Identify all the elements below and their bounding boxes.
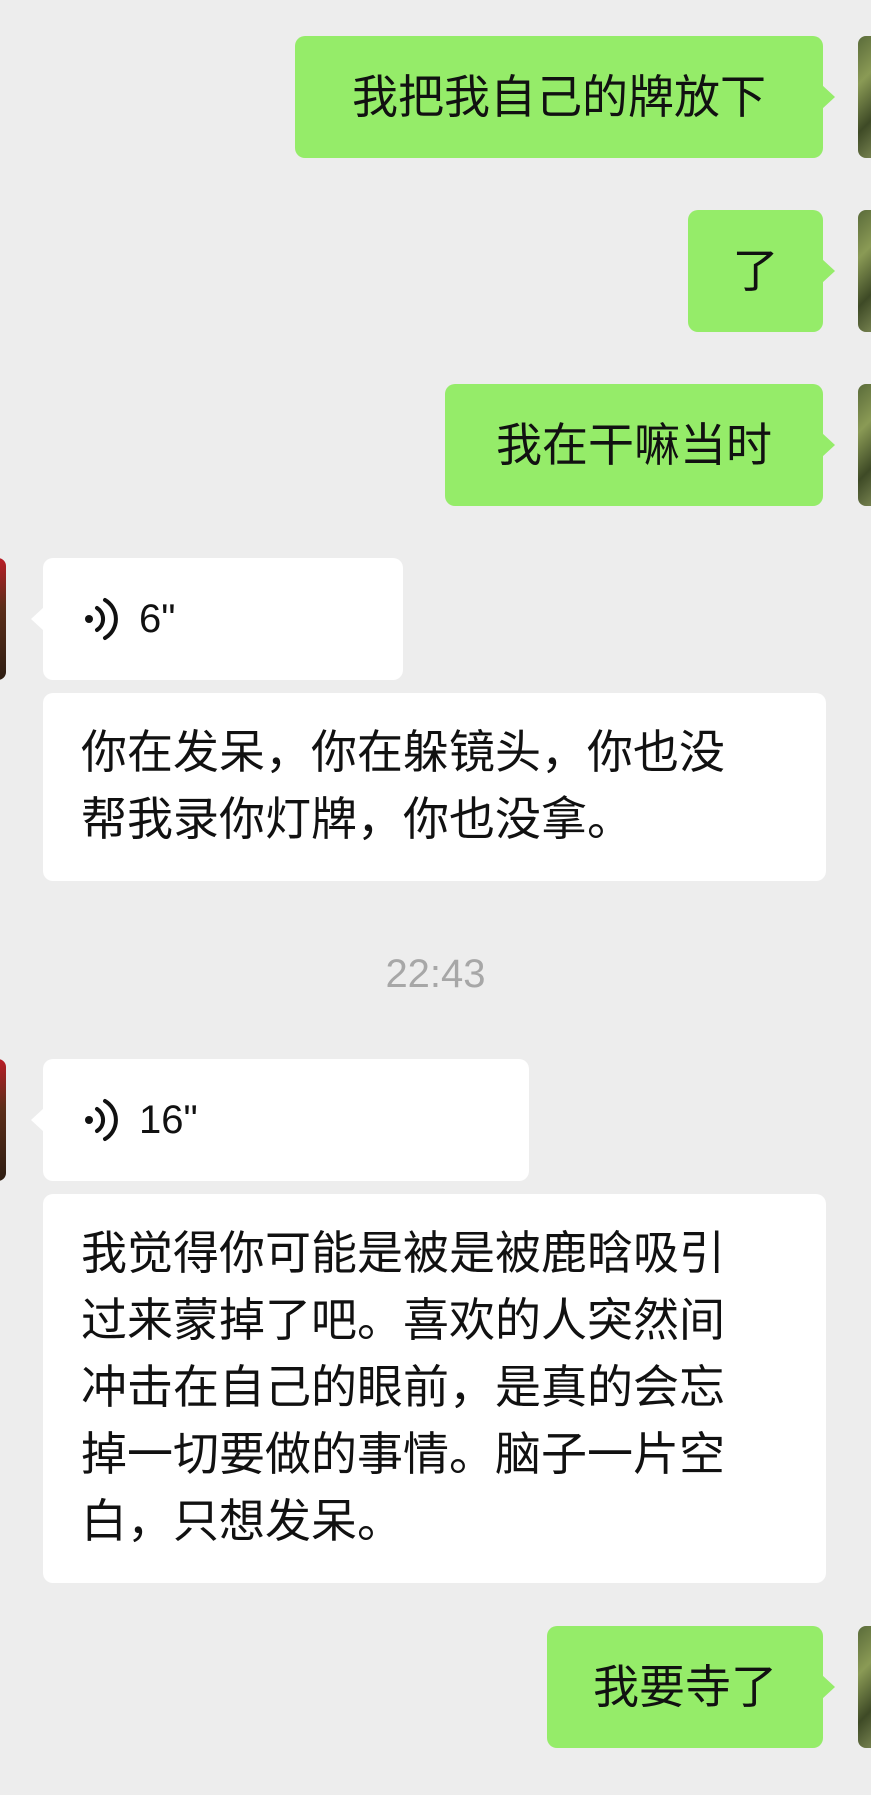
message-line: 冲击在自己的眼前，是真的会忘: [81, 1360, 725, 1414]
message-text: 我要寺了: [593, 1659, 777, 1714]
message-line: 帮我录你灯牌，你也没拿。: [81, 792, 633, 846]
outgoing-message-bubble[interactable]: 了: [688, 210, 835, 332]
contact-avatar[interactable]: [0, 558, 6, 680]
outgoing-message-bubble[interactable]: 我在干嘛当时: [445, 384, 835, 506]
voice-duration: 16": [139, 1097, 198, 1142]
my-avatar[interactable]: [858, 36, 871, 158]
message-text: 了: [732, 243, 779, 298]
contact-avatar[interactable]: [0, 1059, 6, 1181]
voice-message-bubble[interactable]: 6": [31, 558, 403, 680]
message-line: 过来蒙掉了吧。喜欢的人突然间: [81, 1293, 725, 1347]
message-text: 我把我自己的牌放下: [352, 69, 766, 124]
incoming-message-bubble[interactable]: 你在发呆，你在躲镜头，你也没 帮我录你灯牌，你也没拿。: [43, 693, 826, 881]
message-line: 我觉得你可能是被是被鹿晗吸引: [81, 1226, 725, 1280]
voice-message-bubble[interactable]: 16": [31, 1059, 529, 1181]
message-text: 我在干嘛当时: [496, 417, 772, 472]
my-avatar[interactable]: [858, 1626, 871, 1748]
message-line: 你在发呆，你在躲镜头，你也没: [81, 725, 725, 779]
voice-wave-icon: [85, 598, 118, 640]
voice-wave-icon: [85, 1099, 118, 1141]
voice-duration: 6": [139, 596, 176, 641]
message-line: 白，只想发呆。: [81, 1494, 403, 1548]
outgoing-message-bubble[interactable]: 我要寺了: [547, 1626, 835, 1748]
outgoing-message-bubble[interactable]: 我把我自己的牌放下: [295, 36, 835, 158]
message-timestamp: 22:43: [385, 952, 486, 996]
message-line: 掉一切要做的事情。脑子一片空: [81, 1427, 725, 1481]
my-avatar[interactable]: [858, 384, 871, 506]
my-avatar[interactable]: [858, 210, 871, 332]
incoming-message-bubble[interactable]: 我觉得你可能是被是被鹿晗吸引 过来蒙掉了吧。喜欢的人突然间 冲击在自己的眼前，是…: [43, 1194, 826, 1583]
